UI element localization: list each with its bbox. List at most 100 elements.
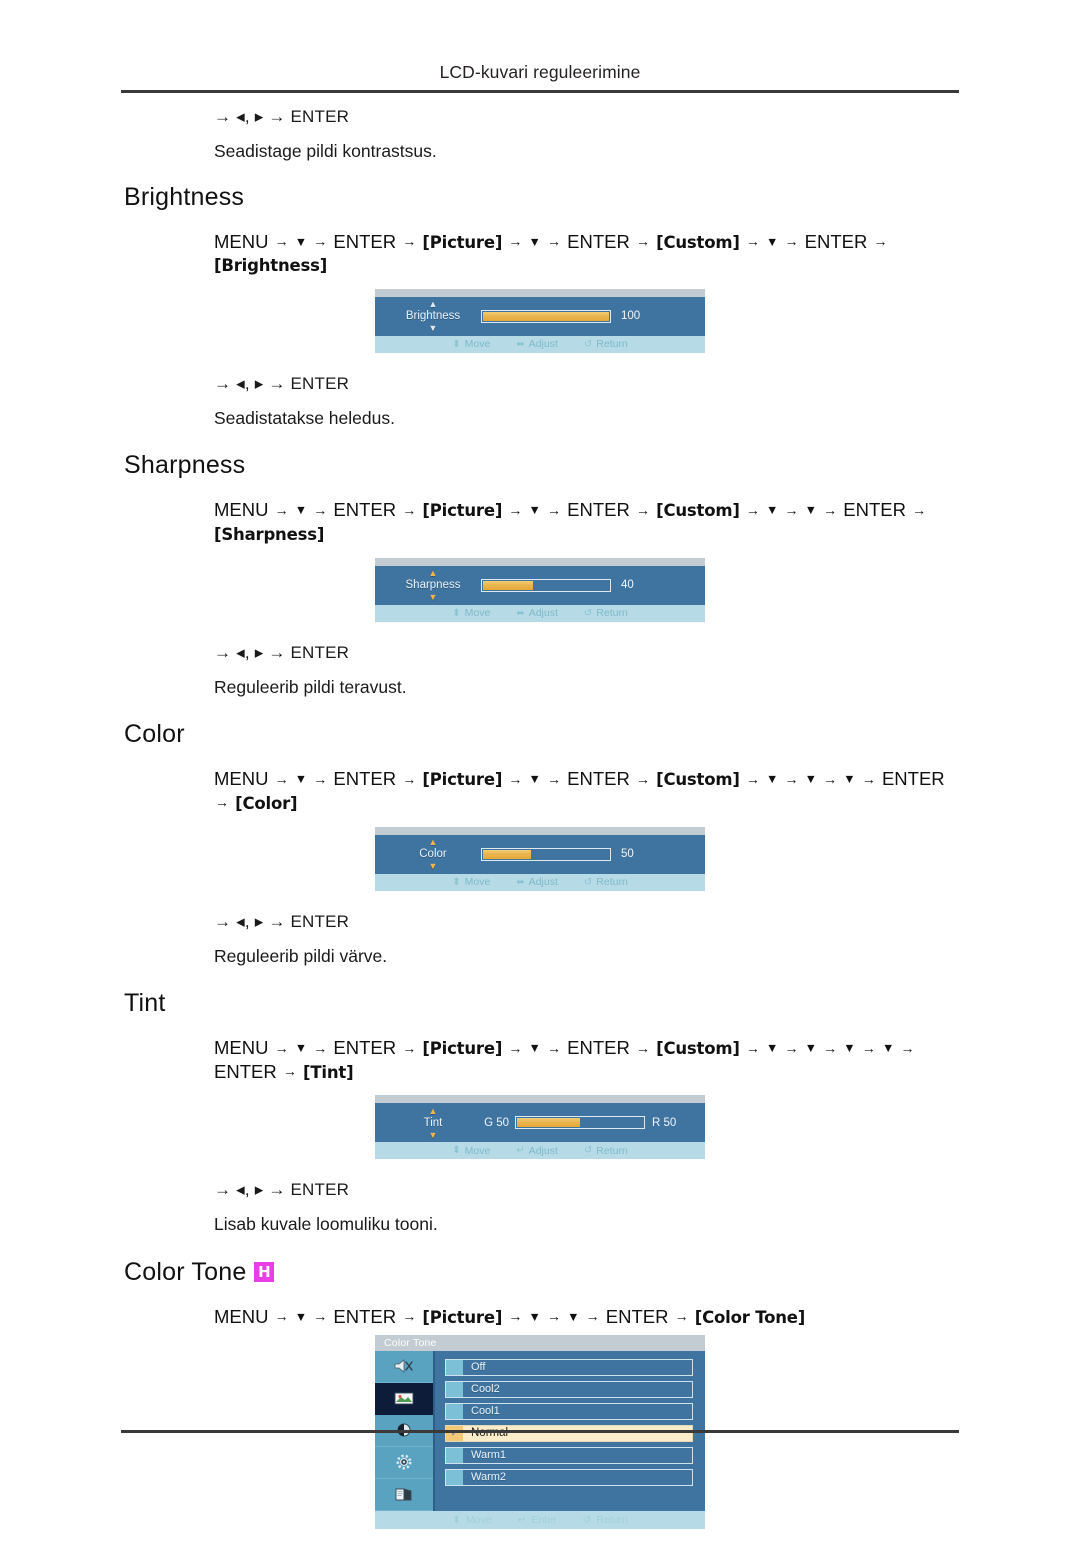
osd-footer-label: Move [465,1513,492,1526]
osd-value: 100 [621,310,641,323]
chevron-up-icon[interactable]: ▲ [429,300,438,309]
osd-footer-item-move: ⬍ Move [452,607,490,619]
osd-slider-track[interactable] [481,309,611,323]
path-down-triangle-icon: ▼ [294,772,308,787]
menu-option-normal[interactable]: ✓ Normal [445,1424,693,1442]
osd-footer: ⬍ Move ↵ Adjust ↺ Return [375,1142,705,1160]
section-tint: Tint MENU → ▼ → ENTER → [Picture] → ▼ → E… [0,991,1080,1260]
osd-item-label-text: Tint [423,1116,443,1129]
path-token: ENTER [567,230,630,252]
section-heading-color: Color [124,722,1080,747]
path-token: ENTER [333,499,397,521]
osd-footer-glyph: ↵ [516,1145,525,1157]
menu-option-warm1[interactable]: Warm1 [445,1446,693,1464]
description-color: Reguleerib pildi värve. [214,945,388,966]
osd-item-label-text: Sharpness [405,579,461,592]
osd-footer-item-adjust: ⬌ Adjust [516,338,558,350]
chevron-down-icon[interactable]: ▼ [429,1130,438,1139]
path-token: ENTER [333,230,397,252]
chevron-down-icon[interactable]: ▼ [429,324,438,333]
osd-footer-glyph: ↺ [583,338,593,350]
osd-widget-color: ▲ Color ▼ 50 ⬍ Move ⬌ Adjust ↺ Return [375,826,705,891]
path-arrow-icon: → [508,1039,523,1056]
intro-description: Seadistage pildi kontrastsus. [214,141,437,161]
menu-option-cool1[interactable]: Cool1 [445,1402,693,1420]
footer-rule [121,1430,959,1433]
path-down-triangle-icon: ▼ [528,1309,541,1324]
osd-widget-sharpness: ▲ Sharpness ▼ 40 ⬍ Move ⬌ Adjust ↺ Return [375,557,705,622]
rail-setup-gear-icon[interactable] [375,1446,433,1479]
path-token: ENTER [567,768,630,790]
path-token-bracket: [Sharpness] [214,525,325,545]
osd-slider-track[interactable] [481,847,611,861]
path-arrow-icon: → [274,1308,289,1325]
chevron-down-icon[interactable]: ▼ [429,593,438,602]
osd-item-label: ▲ Sharpness ▼ [385,569,481,602]
osd-footer-item-move: ⬍ Move [452,876,490,888]
option-marker [446,1381,463,1397]
osd-body: ▲ Brightness ▼ 100 [375,296,705,336]
osd-footer-label: Adjust [528,607,558,620]
rail-picture-icon[interactable] [375,1382,433,1415]
keypress-sharpness: → ◂, ▸ → ENTER [214,642,350,662]
path-down-triangle-icon: ▼ [528,503,541,518]
menu-path-brightness: MENU → ▼ → ENTER → [Picture] → ▼ → ENTER… [214,230,959,277]
osd-footer-item-move: ⬍ Move [452,1514,492,1526]
osd-titlebar [375,826,705,835]
path-token-bracket: [Picture] [422,501,503,521]
path-arrow-icon: → [282,1063,297,1080]
menu-option-warm2[interactable]: Warm2 [445,1468,693,1486]
osd-slider-track[interactable] [481,578,611,592]
section-heading-text: Sharpness [124,451,246,480]
option-marker [446,1403,463,1419]
path-token-bracket: [Color] [235,793,298,813]
path-token-bracket: [Picture] [422,1307,503,1327]
path-token-bracket: [Picture] [422,1039,503,1059]
chevron-down-icon[interactable]: ▼ [429,862,438,871]
path-token: ENTER [567,499,630,521]
path-token: ENTER [214,1060,277,1082]
chevron-up-icon[interactable]: ▲ [429,569,438,578]
path-arrow-icon: → [873,233,888,249]
path-arrow-icon: → [402,233,417,249]
section-color-tone: Color Tone H MENU → ▼ → ENTER → [Picture] … [0,1259,1080,1555]
page-content: → ◂, ▸ → ENTER Seadistage pildi kontrast… [0,108,1080,1555]
path-down-triangle-icon: ▼ [528,1041,541,1056]
path-token: ENTER [333,1305,397,1327]
path-token: MENU [214,230,269,252]
rail-speaker-mute-icon[interactable] [375,1350,433,1383]
path-arrow-icon: → [912,501,927,518]
path-down-triangle-icon: ▼ [843,772,856,787]
path-arrow-icon: → [546,501,561,518]
osd-footer-item-return: ↺ Return [584,876,628,888]
path-arrow-icon: → [823,501,838,518]
path-arrow-icon: → [402,770,417,787]
osd-slider-track[interactable] [515,1116,645,1130]
option-marker: ✓ [446,1425,463,1441]
path-down-triangle-icon: ▼ [804,772,817,787]
path-arrow-icon: → [508,501,523,518]
chevron-up-icon[interactable]: ▲ [429,1106,438,1115]
path-arrow-icon: → [635,233,650,249]
osd-footer-glyph: ↺ [583,1145,593,1157]
osd-footer-glyph: ⬍ [452,876,461,888]
section-heading-color-tone: Color Tone H [124,1259,1080,1285]
path-arrow-icon: → [861,770,876,787]
path-arrow-icon: → [546,1039,561,1056]
menu-option-cool2[interactable]: Cool2 [445,1380,693,1398]
menu-option-off[interactable]: Off [445,1358,693,1376]
description-tint: Lisab kuvale loomuliku tooni. [214,1214,438,1235]
path-arrow-icon: → [900,1039,915,1056]
option-label: Cool2 [471,1383,500,1396]
osd-footer-label: Move [464,338,491,351]
page-header-title: LCD-kuvari reguleerimine [439,62,641,82]
osd-footer-label: Enter [531,1513,557,1526]
osd-menu-footer: ⬍ Move ↵ Enter ↺ Return [375,1510,705,1529]
chevron-up-icon[interactable]: ▲ [429,838,438,847]
rail-multimedia-book-icon[interactable] [375,1478,433,1511]
path-arrow-icon: → [313,770,328,787]
keypress-color: → ◂, ▸ → ENTER [214,911,350,931]
